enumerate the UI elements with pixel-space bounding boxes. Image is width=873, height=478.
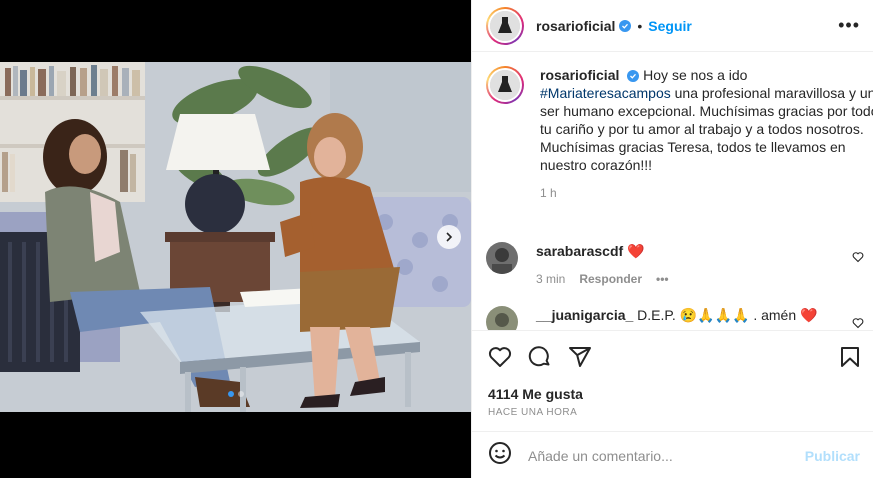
comment-like-icon[interactable] [852,250,864,268]
comment-username[interactable]: __juanigarcia_ [536,307,633,323]
share-icon[interactable] [568,345,592,374]
post-media [0,0,471,478]
bookmark-icon[interactable] [838,345,862,374]
post-photo[interactable] [0,62,471,412]
comment-item: __juanigarcia_ D.E.P. 😢🙏🙏🙏 . amén ❤️ [486,306,817,330]
post-timestamp: HACE UNA HORA [488,407,578,418]
avatar[interactable] [486,6,524,45]
verified-icon [627,70,640,82]
comment-item: sarabarascdf ❤️ 3 min Responder ••• [486,242,669,288]
comment-text: ❤️ [627,243,645,259]
follow-button[interactable]: Seguir [648,18,692,34]
post-panel: rosarioficial • Seguir ••• rosarioficial [471,0,873,478]
carousel-dot-active [227,391,234,397]
chevron-right-icon [446,232,453,242]
heart-icon[interactable] [488,345,512,374]
caption-username[interactable]: rosarioficial [540,67,619,83]
header-username[interactable]: rosarioficial [536,18,615,34]
reply-button[interactable]: Responder [579,270,642,288]
caption-text-start: Hoy se nos a ido [643,67,748,83]
likes-count[interactable]: 4114 Me gusta [488,386,583,402]
post-actions: 4114 Me gusta HACE UNA HORA Publicar [472,330,873,478]
caption: rosarioficial Hoy se nos a ido #Mariater… [486,66,873,200]
comment-time: 3 min [536,272,566,286]
carousel-dot [237,391,244,397]
comments-section: rosarioficial Hoy se nos a ido #Mariater… [472,52,873,330]
header-separator: • [637,17,643,34]
comment-avatar[interactable] [486,306,518,330]
caption-avatar[interactable] [486,66,524,104]
publish-button[interactable]: Publicar [805,448,860,464]
avatar-image [490,10,520,41]
caption-hashtag[interactable]: #Mariateresacampos [540,85,671,101]
carousel-dots [0,391,471,397]
post-header: rosarioficial • Seguir ••• [472,0,873,52]
verified-icon [619,19,632,32]
carousel-next-button[interactable] [437,225,461,249]
comment-input[interactable] [528,447,798,464]
comment-icon[interactable] [528,345,552,374]
emoji-icon[interactable] [488,441,512,470]
comment-like-icon[interactable] [852,316,864,330]
comment-text: D.E.P. 😢🙏🙏🙏 . amén ❤️ [637,307,818,323]
comment-username[interactable]: sarabarascdf [536,243,623,259]
comment-more-icon[interactable]: ••• [656,270,669,288]
caption-time: 1 h [540,186,557,200]
more-icon[interactable]: ••• [838,15,860,36]
caption-text: rosarioficial Hoy se nos a ido #Mariater… [540,66,873,174]
comment-box: Publicar [472,431,873,478]
comment-avatar[interactable] [486,242,518,274]
